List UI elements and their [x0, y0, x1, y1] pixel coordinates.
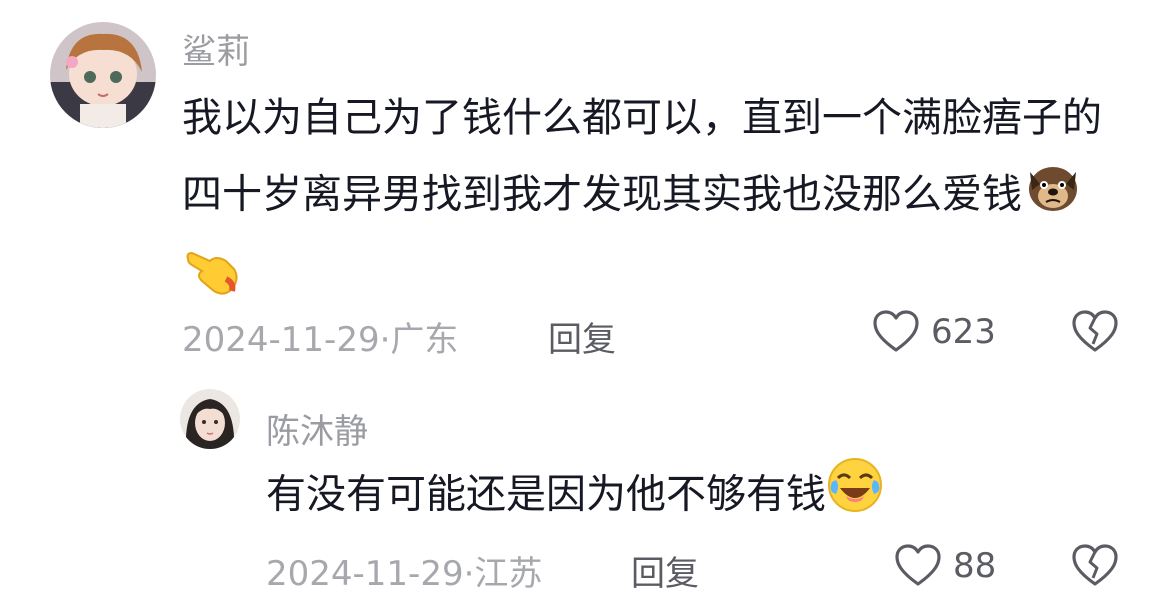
- reply-button[interactable]: 回复: [631, 546, 699, 595]
- comment-date: 2024-11-29: [266, 554, 464, 594]
- comment-text: 有没有可能还是因为他不够有钱: [266, 456, 1116, 537]
- meta-separator: ·: [463, 554, 475, 594]
- like-count: 623: [931, 312, 996, 352]
- username[interactable]: 鲨莉: [182, 24, 250, 73]
- comment-location: 广东: [390, 320, 459, 360]
- meta-separator: ·: [379, 320, 391, 360]
- username[interactable]: 陈沐静: [266, 404, 368, 453]
- reply-button[interactable]: 回复: [548, 312, 616, 361]
- broken-heart-icon[interactable]: [1072, 544, 1118, 592]
- comment-date: 2024-11-29: [182, 320, 380, 360]
- comment-text: 我以为自己为了钱什么都可以，直到一个满脸痦子的四十岁离异男找到我才发现其实我也没…: [182, 82, 1117, 324]
- laughing-crying-emoji: [826, 456, 884, 537]
- comment-location: 江苏: [474, 554, 543, 594]
- comment-meta: 2024-11-29·江苏: [266, 546, 542, 595]
- comment-text-content: 我以为自己为了钱什么都可以，直到一个满脸痦子的四十岁离异男找到我才发现其实我也没…: [182, 95, 1102, 218]
- comment-text-content: 有没有可能还是因为他不够有钱: [266, 471, 826, 518]
- avatar[interactable]: [180, 389, 240, 449]
- comment-meta: 2024-11-29·广东: [182, 312, 458, 361]
- broken-heart-icon[interactable]: [1072, 310, 1118, 358]
- avatar[interactable]: [50, 22, 156, 128]
- heart-icon[interactable]: [895, 544, 941, 592]
- dog-face-emoji: [1022, 154, 1084, 239]
- like-count: 88: [953, 546, 997, 586]
- heart-icon[interactable]: [873, 310, 919, 358]
